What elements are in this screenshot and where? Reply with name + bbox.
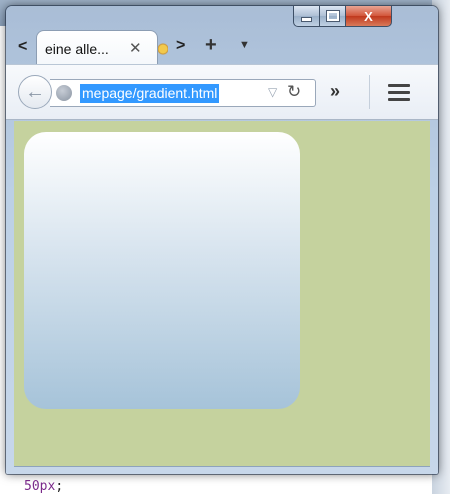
tab-strip: < eine alle... ✕ > + ▼ <box>6 28 438 66</box>
back-arrow-icon: ← <box>25 80 45 103</box>
gradient-box <box>24 132 300 409</box>
back-button[interactable]: ← <box>18 75 52 109</box>
code-semicolon: ; <box>55 479 64 494</box>
tab-title: eine alle... <box>45 41 109 57</box>
reload-icon[interactable]: ↻ <box>287 82 301 102</box>
toolbar-overflow-icon[interactable]: » <box>330 81 340 102</box>
window-bottom-border <box>14 466 430 467</box>
page-content <box>14 121 430 466</box>
code-value: 50px <box>24 479 56 494</box>
url-text[interactable]: mepage/gradient.html <box>80 84 220 103</box>
url-bar[interactable]: mepage/gradient.html ▽ ↻ <box>50 79 316 107</box>
tab-scroll-right-icon[interactable]: > <box>176 37 185 55</box>
history-dropdown-icon[interactable]: ▽ <box>268 85 277 99</box>
minimize-icon <box>301 16 312 22</box>
navigation-toolbar: mepage/gradient.html ▽ ↻ ← » <box>6 64 438 120</box>
browser-window: X < eine alle... ✕ > + ▼ mepage/gradient… <box>6 6 438 474</box>
tab-favicon-icon[interactable] <box>158 40 168 58</box>
caption-buttons: X <box>293 6 392 28</box>
maximize-icon <box>325 10 340 22</box>
new-tab-button[interactable]: + <box>205 34 217 57</box>
close-window-button[interactable]: X <box>346 6 392 27</box>
hamburger-menu-icon[interactable] <box>388 84 410 105</box>
close-window-label: X <box>364 8 373 24</box>
code-snippet: 50px; <box>24 479 63 494</box>
toolbar-separator <box>369 75 370 109</box>
maximize-button[interactable] <box>320 6 346 27</box>
globe-icon[interactable] <box>56 85 72 101</box>
minimize-button[interactable] <box>293 6 320 27</box>
tab-close-icon[interactable]: ✕ <box>129 39 142 57</box>
tab-scroll-left-icon[interactable]: < <box>18 38 27 56</box>
tab-active[interactable]: eine alle... ✕ <box>36 30 158 66</box>
tab-list-chevron-icon[interactable]: ▼ <box>239 39 250 51</box>
